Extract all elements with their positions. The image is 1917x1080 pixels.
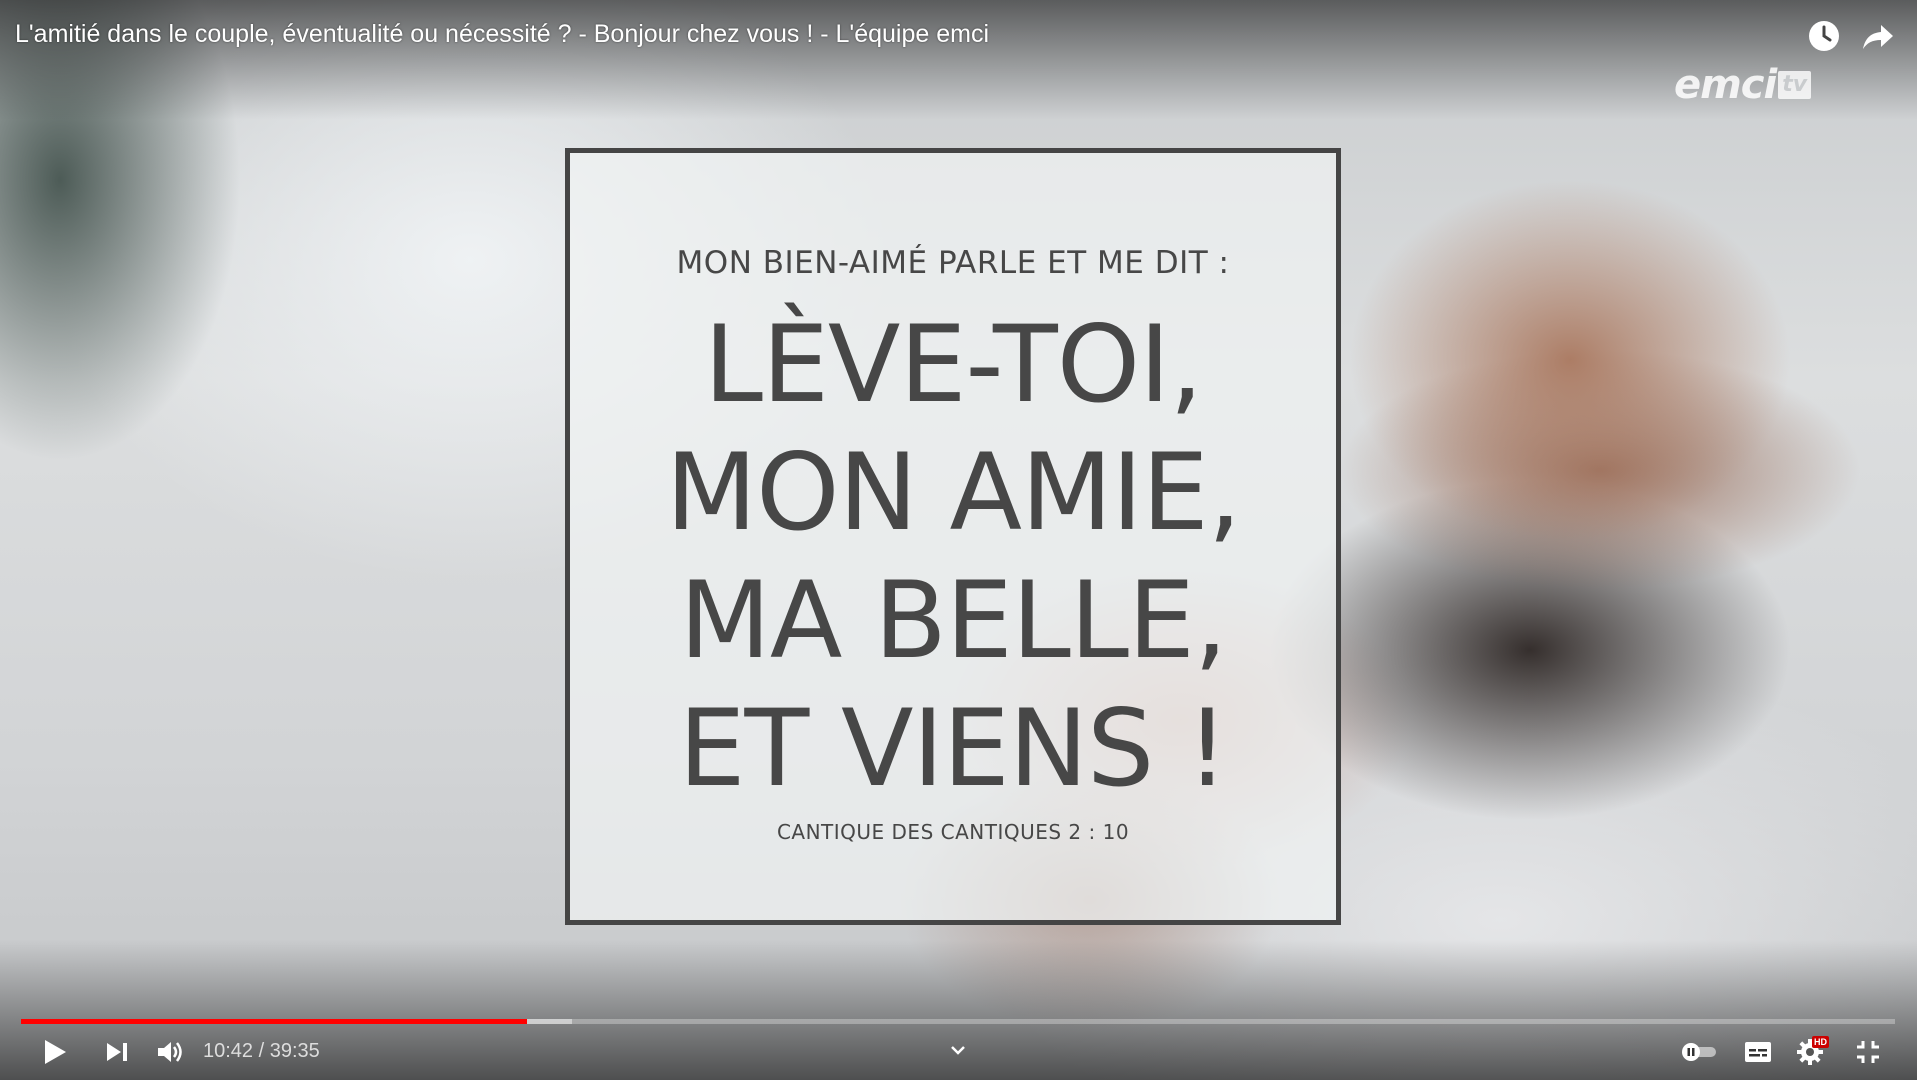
volume-icon	[158, 1042, 182, 1062]
next-button[interactable]	[97, 1034, 137, 1070]
video-player[interactable]: L'amitié dans le couple, éventualité ou …	[0, 0, 1917, 1080]
quote-card: MON BIEN-AIMÉ PARLE ET ME DIT : LÈVE-TOI…	[565, 148, 1341, 925]
share-button[interactable]	[1860, 18, 1896, 54]
watch-later-button[interactable]	[1806, 18, 1842, 54]
quote-reference: CANTIQUE DES CANTIQUES 2 : 10	[776, 820, 1130, 844]
autoplay-toggle[interactable]	[1680, 1034, 1720, 1070]
progress-played	[21, 1019, 527, 1024]
quote-line: MA BELLE,	[679, 559, 1227, 682]
chevron-down-icon	[951, 1046, 965, 1055]
fullscreen-exit-button[interactable]	[1848, 1034, 1888, 1070]
play-button[interactable]	[35, 1034, 75, 1070]
top-gradient	[0, 0, 1917, 120]
chapters-toggle[interactable]	[938, 1036, 978, 1064]
time-display: 10:42 / 39:35	[203, 1040, 320, 1062]
quote-line: MON AMIE,	[665, 431, 1242, 554]
hd-badge: HD	[1812, 1036, 1829, 1048]
quote-line: LÈVE-TOI,	[703, 303, 1203, 426]
settings-button[interactable]: HD	[1790, 1034, 1830, 1070]
next-icon	[107, 1043, 127, 1061]
fullscreen-exit-icon	[1857, 1041, 1879, 1063]
video-title[interactable]: L'amitié dans le couple, éventualité ou …	[15, 20, 989, 49]
quote-main: LÈVE-TOI, MON AMIE, MA BELLE, ET VIENS !	[570, 301, 1336, 813]
logo-suffix: tv	[1778, 71, 1812, 99]
quote-line: ET VIENS !	[678, 687, 1229, 810]
logo-text: emci	[1674, 62, 1777, 108]
channel-logo: emci tv	[1674, 62, 1812, 108]
subtitles-button[interactable]	[1738, 1034, 1778, 1070]
quote-intro: MON BIEN-AIMÉ PARLE ET ME DIT :	[676, 245, 1230, 281]
autoplay-toggle-icon	[1682, 1043, 1716, 1061]
play-icon	[45, 1040, 66, 1064]
share-arrow-icon	[1863, 25, 1893, 49]
clock-icon	[1809, 21, 1839, 51]
progress-bar[interactable]	[21, 1019, 1895, 1024]
subtitles-icon	[1745, 1042, 1771, 1062]
volume-button[interactable]	[150, 1034, 190, 1070]
